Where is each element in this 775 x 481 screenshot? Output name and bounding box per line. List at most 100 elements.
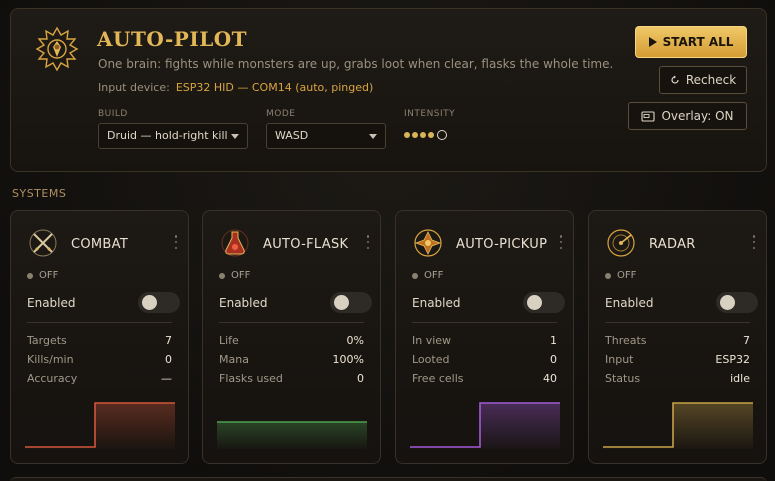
build-select-value: Druid — hold-right kill: [107, 129, 228, 142]
start-all-button[interactable]: START ALL: [635, 26, 747, 58]
enabled-toggle[interactable]: [523, 292, 565, 313]
enabled-toggle[interactable]: [330, 292, 372, 313]
status-led-icon: [412, 272, 418, 279]
stat-label: Free cells: [412, 372, 464, 385]
stats-list: Threats 7 Input ESP32 Status idle: [605, 334, 750, 391]
stat-value: 0: [357, 372, 364, 385]
sparkline-area: [217, 422, 367, 449]
divider: [219, 322, 364, 323]
overlay-label: Overlay: ON: [661, 109, 734, 123]
autopilot-header: AUTO-PILOT One brain: fights while monst…: [10, 8, 767, 172]
stat-row: Input ESP32: [605, 353, 750, 372]
divider: [27, 322, 172, 323]
refresh-icon: [671, 75, 679, 84]
status-indicator: OFF: [605, 270, 636, 281]
stat-value: 0%: [346, 334, 364, 347]
activity-sparkline: [603, 402, 753, 449]
intensity-label: INTENSITY: [404, 109, 456, 119]
stat-row: Free cells 40: [412, 372, 557, 391]
page-title: AUTO-PILOT: [97, 27, 248, 51]
mode-select[interactable]: WASD: [266, 123, 386, 149]
stat-label: Threats: [605, 334, 647, 347]
status-text: OFF: [424, 270, 444, 281]
build-select[interactable]: Druid — hold-right kill: [98, 123, 248, 149]
chevron-down-icon: [231, 134, 239, 139]
card-title: AUTO-FLASK: [263, 237, 349, 252]
sparkline-area: [410, 403, 560, 449]
activity-sparkline: [410, 402, 560, 449]
system-card-combat: COMBAT OFF Enabled Targets 7 Kills/min 0…: [10, 210, 189, 464]
stat-label: Mana: [219, 353, 249, 366]
stat-row: Life 0%: [219, 334, 364, 353]
systems-section-title: SYSTEMS: [12, 187, 67, 200]
intensity-dot-filled[interactable]: [412, 132, 418, 138]
stat-value: —: [161, 372, 172, 385]
status-led-icon: [219, 272, 225, 279]
stat-label: Status: [605, 372, 641, 385]
enabled-label: Enabled: [219, 296, 268, 310]
activity-sparkline: [25, 402, 175, 449]
divider: [605, 322, 750, 323]
intensity-dot-filled[interactable]: [420, 132, 426, 138]
more-options-icon[interactable]: [174, 235, 178, 249]
more-options-icon[interactable]: [559, 235, 563, 249]
stat-value: 7: [743, 334, 750, 347]
status-text: OFF: [231, 270, 251, 281]
recheck-label: Recheck: [685, 73, 737, 87]
crest-emblem-icon: [35, 26, 79, 72]
radar-icon: [607, 229, 635, 257]
input-device-line: Input device: ESP32 HID — COM14 (auto, pi…: [98, 81, 373, 94]
stat-row: Kills/min 0: [27, 353, 172, 372]
stats-list: Targets 7 Kills/min 0 Accuracy —: [27, 334, 172, 391]
toggle-knob: [527, 295, 542, 310]
overlay-icon: [641, 110, 656, 122]
flask-icon: [221, 229, 249, 257]
intensity-dot-filled[interactable]: [428, 132, 434, 138]
system-card-auto-pickup: AUTO-PICKUP OFF Enabled In view 1 Looted…: [395, 210, 574, 464]
loot-pickup-icon: [414, 229, 442, 257]
intensity-rating[interactable]: [404, 128, 447, 142]
intensity-dot-empty[interactable]: [437, 130, 447, 140]
stat-label: Targets: [27, 334, 67, 347]
stat-value: 1: [550, 334, 557, 347]
more-options-icon[interactable]: [366, 235, 370, 249]
stat-label: Looted: [412, 353, 450, 366]
stat-row: Looted 0: [412, 353, 557, 372]
page-subtitle: One brain: fights while monsters are up,…: [98, 57, 614, 71]
stat-label: In view: [412, 334, 452, 347]
overlay-toggle-button[interactable]: Overlay: ON: [628, 102, 747, 130]
intensity-dot-filled[interactable]: [404, 132, 410, 138]
stats-list: Life 0% Mana 100% Flasks used 0: [219, 334, 364, 391]
status-indicator: OFF: [27, 270, 58, 281]
card-title: AUTO-PICKUP: [456, 237, 548, 252]
recheck-button[interactable]: Recheck: [659, 66, 747, 94]
toggle-knob: [334, 295, 349, 310]
stat-value: 40: [543, 372, 557, 385]
crossed-swords-icon: [29, 229, 57, 257]
chevron-down-icon: [369, 134, 377, 139]
stats-list: In view 1 Looted 0 Free cells 40: [412, 334, 557, 391]
stat-value: idle: [730, 372, 750, 385]
system-card-radar: RADAR OFF Enabled Threats 7 Input ESP32 …: [588, 210, 767, 464]
build-label: BUILD: [98, 109, 128, 119]
more-options-icon[interactable]: [752, 235, 756, 249]
enabled-toggle[interactable]: [138, 292, 180, 313]
status-led-icon: [27, 272, 33, 279]
stat-value: ESP32: [715, 353, 750, 366]
card-title: COMBAT: [71, 237, 129, 252]
stat-row: Flasks used 0: [219, 372, 364, 391]
system-card-auto-flask: AUTO-FLASK OFF Enabled Life 0% Mana 100%…: [202, 210, 381, 464]
mode-select-value: WASD: [275, 129, 309, 142]
divider: [412, 322, 557, 323]
stat-row: Accuracy —: [27, 372, 172, 391]
status-text: OFF: [617, 270, 637, 281]
enabled-label: Enabled: [605, 296, 654, 310]
mode-label: MODE: [266, 109, 296, 119]
stat-row: Threats 7: [605, 334, 750, 353]
stat-label: Kills/min: [27, 353, 74, 366]
input-device-value: ESP32 HID — COM14 (auto, pinged): [175, 81, 374, 94]
stat-label: Life: [219, 334, 239, 347]
enabled-toggle[interactable]: [716, 292, 758, 313]
start-all-label: START ALL: [662, 35, 734, 49]
status-indicator: OFF: [412, 270, 443, 281]
